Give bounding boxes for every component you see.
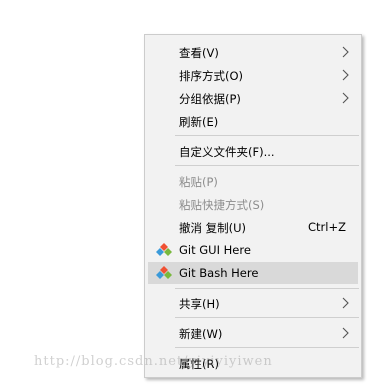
git-gui-label: Git GUI Here: [179, 243, 251, 257]
customize-folder-label: 自定义文件夹(F)...: [179, 145, 275, 159]
context-menu: 查看(V) 排序方式(O) 分组依据(P) 刷新(E) 自定义文件夹(F)...…: [144, 34, 362, 378]
paste-label: 粘贴(P): [179, 175, 218, 189]
menu-item-sort-by[interactable]: 排序方式(O): [148, 64, 358, 86]
menu-separator: [175, 347, 359, 348]
menu-item-new[interactable]: 新建(W): [148, 322, 358, 344]
chevron-right-icon: [342, 46, 349, 58]
menu-item-group-by[interactable]: 分组依据(P): [148, 87, 358, 109]
chevron-right-icon: [342, 92, 349, 104]
menu-item-customize-folder[interactable]: 自定义文件夹(F)...: [148, 140, 358, 162]
menu-item-refresh[interactable]: 刷新(E): [148, 110, 358, 132]
new-label: 新建(W): [179, 327, 223, 341]
view-label: 查看(V): [179, 46, 219, 60]
menu-item-view[interactable]: 查看(V): [148, 41, 358, 63]
menu-item-git-gui[interactable]: Git GUI Here: [148, 239, 358, 261]
share-label: 共享(H): [179, 297, 220, 311]
menu-separator: [175, 317, 359, 318]
watermark: http://blog.csdn.net/yiyiyiyiwen: [34, 354, 273, 369]
menu-item-undo-copy[interactable]: 撤消 复制(U) Ctrl+Z: [148, 216, 358, 238]
git-bash-label: Git Bash Here: [179, 266, 259, 280]
undo-copy-shortcut: Ctrl+Z: [308, 220, 346, 234]
sort-by-label: 排序方式(O): [179, 69, 244, 83]
menu-separator: [175, 165, 359, 166]
menu-separator: [175, 135, 359, 136]
paste-shortcut-label: 粘贴快捷方式(S): [179, 198, 265, 212]
group-by-label: 分组依据(P): [179, 92, 241, 106]
chevron-right-icon: [342, 297, 349, 309]
refresh-label: 刷新(E): [179, 115, 219, 129]
chevron-right-icon: [342, 327, 349, 339]
git-gui-icon: [156, 243, 172, 256]
undo-copy-label: 撤消 复制(U): [179, 221, 247, 235]
git-bash-icon: [156, 266, 172, 279]
menu-separator: [175, 288, 359, 289]
menu-item-paste-shortcut: 粘贴快捷方式(S): [148, 193, 358, 215]
menu-item-git-bash[interactable]: Git Bash Here: [148, 262, 358, 284]
menu-item-share[interactable]: 共享(H): [148, 292, 358, 314]
menu-item-paste: 粘贴(P): [148, 170, 358, 192]
chevron-right-icon: [342, 69, 349, 81]
